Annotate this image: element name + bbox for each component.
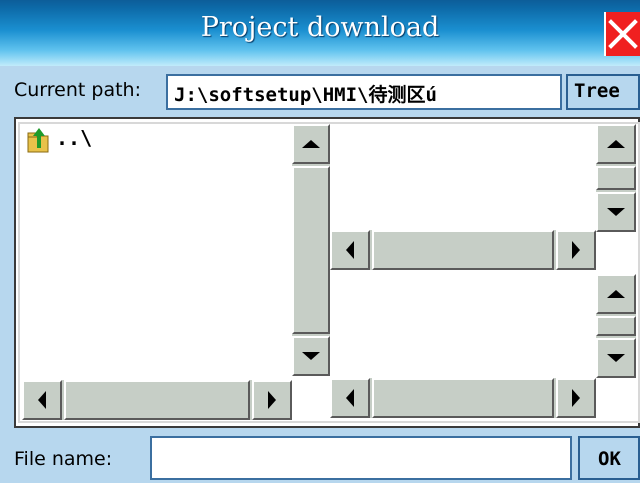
scroll-thumb[interactable] (372, 230, 554, 270)
pane-divider (330, 270, 636, 274)
scroll-left-button[interactable] (330, 378, 370, 418)
scroll-thumb[interactable] (64, 380, 250, 420)
tree-button[interactable]: Tree (566, 74, 640, 110)
arrow-up-icon (302, 140, 320, 148)
scroll-left-button[interactable] (22, 380, 62, 420)
arrow-left-icon (38, 391, 46, 409)
scroll-right-button[interactable] (556, 378, 596, 418)
right-top-horizontal-scrollbar[interactable] (330, 230, 596, 270)
arrow-left-icon (346, 389, 354, 407)
scroll-up-button[interactable] (596, 274, 636, 314)
scroll-thumb[interactable] (292, 166, 330, 334)
current-path-label: Current path: (14, 79, 141, 101)
arrow-right-icon (572, 241, 580, 259)
scroll-down-button[interactable] (596, 192, 636, 232)
scroll-up-button[interactable] (292, 124, 330, 164)
right-bottom-vertical-scrollbar[interactable] (596, 274, 636, 378)
folder-up-icon (27, 128, 49, 153)
close-icon (608, 19, 638, 49)
arrow-down-icon (607, 208, 625, 216)
scroll-thumb[interactable] (372, 378, 554, 418)
file-name-input[interactable] (152, 438, 570, 478)
file-name-label: File name: (14, 448, 113, 470)
scroll-right-button[interactable] (252, 380, 292, 420)
arrow-left-icon (346, 241, 354, 259)
scroll-left-button[interactable] (330, 230, 370, 270)
arrow-down-icon (607, 354, 625, 362)
close-button[interactable] (604, 12, 640, 56)
tree-button-label: Tree (574, 80, 620, 102)
current-path-field[interactable]: J:\softsetup\HMI\待测区ú (166, 74, 562, 110)
arrow-up-icon (607, 140, 625, 148)
file-list-area[interactable] (24, 160, 160, 264)
file-name-field[interactable] (150, 436, 572, 480)
right-top-vertical-scrollbar[interactable] (596, 124, 636, 232)
left-horizontal-scrollbar[interactable] (22, 380, 292, 420)
right-bottom-horizontal-scrollbar[interactable] (330, 378, 596, 418)
parent-directory-label: ..\ (56, 126, 93, 150)
scroll-thumb[interactable] (596, 316, 636, 336)
scroll-up-button[interactable] (596, 124, 636, 164)
window-title: Project download (200, 12, 440, 43)
scroll-thumb[interactable] (596, 166, 636, 190)
ok-button[interactable]: OK (578, 436, 640, 480)
arrow-right-icon (572, 389, 580, 407)
arrow-down-icon (302, 352, 320, 360)
current-path-value: J:\softsetup\HMI\待测区ú (174, 84, 437, 106)
scroll-down-button[interactable] (596, 338, 636, 378)
arrow-up-icon (607, 290, 625, 298)
arrow-right-icon (268, 391, 276, 409)
scroll-right-button[interactable] (556, 230, 596, 270)
ok-button-label: OK (598, 448, 621, 470)
scroll-down-button[interactable] (292, 336, 330, 376)
left-vertical-scrollbar[interactable] (292, 124, 330, 376)
